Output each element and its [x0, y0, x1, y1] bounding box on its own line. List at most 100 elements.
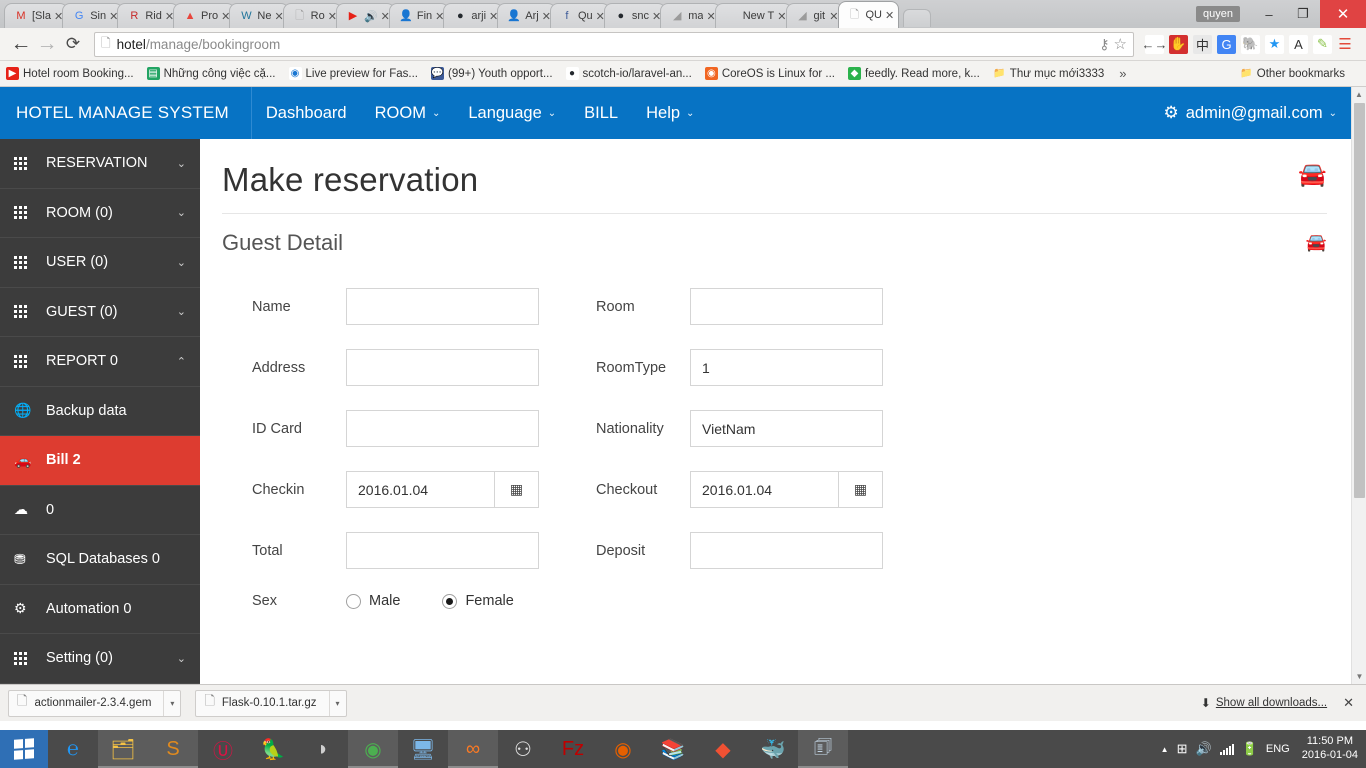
show-all-downloads-link[interactable]: Show all downloads...	[1216, 697, 1327, 709]
bookmark-item[interactable]: 📁 Thư mục mới3333	[993, 67, 1104, 80]
nav-link-language[interactable]: Language ⌄	[454, 87, 570, 139]
start-button[interactable]	[0, 730, 48, 768]
nav-link-room[interactable]: ROOM ⌄	[361, 87, 455, 139]
input-nationality[interactable]: VietNam	[690, 410, 883, 447]
browser-tab[interactable]: 🗋 QU ✕	[837, 1, 900, 28]
sidebar-item-guest-0[interactable]: GUEST (0) ⌄	[0, 288, 200, 337]
input-deposit[interactable]	[690, 532, 883, 569]
scrollbar-thumb[interactable]	[1354, 103, 1365, 498]
nav-link-bill[interactable]: BILL	[570, 87, 632, 139]
sidebar-item-report-0[interactable]: REPORT 0 ⌃	[0, 337, 200, 387]
other-bookmarks-item[interactable]: 📁 Other bookmarks	[1240, 67, 1345, 80]
download-item[interactable]: 🗋 Flask-0.10.1.tar.gz ▾	[195, 689, 347, 717]
angular-ext-icon[interactable]: A	[1289, 34, 1308, 54]
input-address[interactable]	[346, 349, 539, 386]
sidebar-item-bill-2[interactable]: 🚗 Bill 2	[0, 436, 200, 486]
browser-tab[interactable]: 👤 Arj ✕	[497, 3, 556, 28]
clock[interactable]: 11:50 PM 2016-01-04	[1302, 735, 1358, 763]
input-roomtype[interactable]: 1	[690, 349, 883, 386]
bookmark-item[interactable]: ▶ Hotel room Booking...	[6, 67, 134, 80]
browser-tab[interactable]: G Sin ✕	[62, 3, 124, 28]
tray-expand-icon[interactable]: ▲	[1161, 745, 1169, 754]
chinese-ext-icon[interactable]: 中	[1193, 34, 1212, 54]
input-name[interactable]	[346, 288, 539, 325]
browser-tab[interactable]: R Rid ✕	[117, 3, 180, 28]
browser-tab[interactable]: W Ne ✕	[229, 3, 289, 28]
docker-icon[interactable]: 🐳	[748, 730, 798, 768]
chrome-menu-icon[interactable]: ☰	[1332, 31, 1358, 57]
network-tool-icon[interactable]: 🖥	[398, 730, 448, 768]
bookmark-item[interactable]: ◉ CoreOS is Linux for ...	[704, 67, 835, 80]
app-grid-icon[interactable]: ⚇	[498, 730, 548, 768]
filezilla-icon[interactable]: Fz	[548, 730, 598, 768]
unikey-icon[interactable]: Ⓤ	[198, 730, 248, 768]
sidebar-item-room-0[interactable]: ROOM (0) ⌄	[0, 189, 200, 238]
input-checkin[interactable]: 2016.01.04	[346, 471, 494, 508]
mouse-icon[interactable]: ◗	[298, 730, 348, 768]
input-total[interactable]	[346, 532, 539, 569]
key-icon[interactable]: ⚷	[1099, 36, 1109, 53]
address-bar[interactable]: 🗋 hotel /manage/bookingroom ⚷ ☆	[94, 31, 1134, 57]
forward-icon[interactable]: →	[34, 31, 60, 57]
browser-tab[interactable]: 👤 Fin ✕	[388, 3, 450, 28]
signal-icon[interactable]	[1219, 743, 1234, 755]
back-icon[interactable]: ←	[8, 31, 34, 57]
tab-close-icon[interactable]: ✕	[885, 9, 894, 22]
language-indicator[interactable]: ENG	[1266, 743, 1290, 755]
close-window-button[interactable]: ✕	[1320, 0, 1366, 28]
account-menu[interactable]: ⚙ admin@gmail.com ⌄	[1163, 103, 1337, 123]
browser-tab[interactable]: New T ✕	[714, 3, 792, 28]
minimize-button[interactable]: –	[1252, 1, 1286, 27]
restore-button[interactable]: ❐	[1286, 1, 1320, 27]
nav-link-help[interactable]: Help ⌄	[632, 87, 708, 139]
input-id-card[interactable]	[346, 410, 539, 447]
sidebar-item-setting-0[interactable]: Setting (0) ⌄	[0, 634, 200, 684]
battery-icon[interactable]: 🔋	[1242, 741, 1258, 757]
bookmark-item[interactable]: ▤ Những công việc cặ...	[146, 67, 276, 80]
volume-icon[interactable]: 🔊	[1196, 741, 1212, 757]
sidebar-item-automation-0[interactable]: ⚙ Automation 0	[0, 585, 200, 634]
chrome-icon[interactable]: ◉	[348, 730, 398, 768]
browser-tab[interactable]: ● snc ✕	[603, 3, 667, 28]
new-tab-button[interactable]	[903, 9, 932, 27]
sidebar-item-0[interactable]: ☁ 0	[0, 486, 200, 535]
winrar-icon[interactable]: 📚	[648, 730, 698, 768]
profile-chip[interactable]: quyen	[1196, 6, 1240, 22]
scroll-down-arrow[interactable]: ▼	[1352, 669, 1366, 684]
browser-tab[interactable]: M [Sla ✕	[4, 3, 69, 28]
translate-ext-icon[interactable]: ←→	[1142, 34, 1168, 54]
bookmark-item[interactable]: ◉ Live preview for Fas...	[288, 67, 418, 80]
google-translate-ext-icon[interactable]: G	[1217, 34, 1236, 54]
close-downloads-bar-icon[interactable]: ✕	[1343, 695, 1354, 711]
network-icon[interactable]: ⊞	[1177, 741, 1188, 757]
git-icon[interactable]: ◆	[698, 730, 748, 768]
sidebar-item-reservation[interactable]: RESERVATION ⌄	[0, 139, 200, 189]
calendar-icon[interactable]: ▦	[838, 471, 883, 508]
calendar-icon[interactable]: ▦	[494, 471, 539, 508]
input-checkout[interactable]: 2016.01.04	[690, 471, 838, 508]
app-brand[interactable]: HOTEL MANAGE SYSTEM	[0, 87, 252, 139]
evernote-ext-icon[interactable]: 🐘	[1241, 34, 1260, 54]
scroll-up-arrow[interactable]: ▲	[1352, 87, 1366, 102]
bookmark-item[interactable]: ● scotch-io/laravel-an...	[565, 67, 692, 80]
radio-male[interactable]: Male	[346, 593, 400, 609]
colorpicker-ext-icon[interactable]: ✎	[1313, 34, 1332, 54]
notepad-icon[interactable]: 🗊	[798, 730, 848, 768]
input-room[interactable]	[690, 288, 883, 325]
download-menu-caret-icon[interactable]: ▾	[328, 690, 346, 716]
browser-tab[interactable]: f Qu ✕	[549, 3, 610, 28]
nav-link-dashboard[interactable]: Dashboard	[252, 87, 361, 139]
browser-tab[interactable]: ◢ ma ✕	[660, 3, 721, 28]
parrot-icon[interactable]: 🦜	[248, 730, 298, 768]
sidebar-item-sql-databases-0[interactable]: ⛃ SQL Databases 0	[0, 535, 200, 585]
xampp-icon[interactable]: ∞	[448, 730, 498, 768]
browser-tab[interactable]: ● arji ✕	[443, 3, 504, 28]
download-item[interactable]: 🗋 actionmailer-2.3.4.gem ▾	[8, 689, 182, 717]
browser-tab[interactable]: ▶ 🔊 ✕	[335, 3, 395, 28]
sublime-text-icon[interactable]: S	[148, 730, 198, 768]
browser-tab[interactable]: ▲ Pro ✕	[173, 3, 236, 28]
reload-icon[interactable]: ⟳	[60, 31, 86, 57]
sidebar-item-backup-data[interactable]: 🌐 Backup data	[0, 387, 200, 436]
bookmark-item[interactable]: 💬 (99+) Youth opport...	[430, 67, 553, 80]
bookmarks-overflow-icon[interactable]: »	[1119, 66, 1126, 81]
